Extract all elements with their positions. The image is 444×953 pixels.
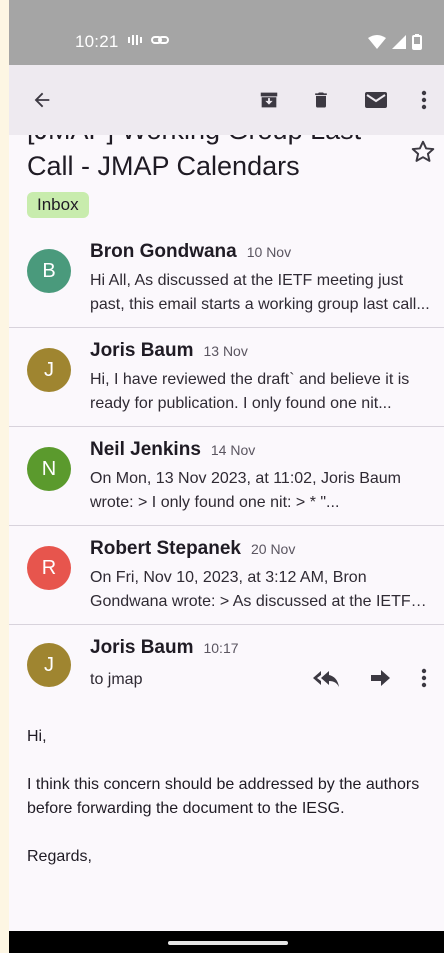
sender-name: Joris Baum	[90, 340, 194, 361]
mark-unread-button[interactable]	[361, 85, 391, 115]
recipient-line[interactable]: to jmap	[90, 671, 142, 689]
reply-all-button[interactable]	[311, 663, 341, 693]
phone-screen: 10:21 Call - JMAP Calendars Inbox B Bron…	[9, 0, 444, 953]
sender-line: Joris Baum 13 Nov	[90, 340, 248, 362]
thread-message-4[interactable]: R Robert Stepanek 20 Nov On Fri, Nov 10, …	[9, 526, 444, 625]
more-vert-icon	[421, 668, 427, 688]
status-left-icons	[127, 34, 169, 46]
sender-line: Robert Stepanek 20 Nov	[90, 538, 295, 560]
signal-icon	[392, 35, 406, 49]
sender-name: Bron Gondwana	[90, 241, 237, 262]
sender-line: Neil Jenkins 14 Nov	[90, 439, 255, 461]
expanded-message: J Joris Baum 10:17 to jmap Hi, I think th…	[9, 625, 444, 931]
avatar: J	[27, 348, 71, 392]
thread-message-3[interactable]: N Neil Jenkins 14 Nov On Mon, 13 Nov 2023…	[9, 427, 444, 526]
forward-button[interactable]	[365, 663, 395, 693]
message-date: 20 Nov	[250, 541, 296, 557]
battery-icon	[412, 34, 422, 50]
subject-header: [JMAP] Working Group Last Call - JMAP Ca…	[9, 135, 444, 225]
archive-icon	[260, 92, 278, 108]
more-vert-icon	[421, 90, 427, 110]
wifi-icon	[368, 35, 386, 49]
body-paragraph: Regards,	[27, 848, 92, 865]
avatar: N	[27, 447, 71, 491]
sender-name: Robert Stepanek	[90, 538, 241, 559]
status-time: 10:21	[75, 32, 119, 51]
avatar: R	[27, 546, 71, 590]
sender-name: Neil Jenkins	[90, 439, 201, 460]
link-icon	[151, 36, 169, 44]
message-more-button[interactable]	[409, 663, 439, 693]
message-snippet: Hi, I have reviewed the draft` and belie…	[90, 371, 410, 412]
message-snippet: On Fri, Nov 10, 2023, at 3:12 AM, Bron G…	[90, 569, 411, 610]
avatar: B	[27, 249, 71, 293]
avatar: J	[27, 643, 71, 687]
message-date: 13 Nov	[203, 343, 248, 359]
sender-line: Bron Gondwana 10 Nov	[90, 241, 291, 263]
archive-button[interactable]	[254, 85, 284, 115]
thread-message-2[interactable]: J Joris Baum 13 Nov Hi, I have reviewed t…	[9, 328, 444, 427]
status-right-icons	[368, 34, 422, 50]
message-time: 10:17	[203, 640, 239, 656]
reply-all-icon	[313, 671, 339, 687]
label-chip-inbox[interactable]: Inbox	[27, 192, 89, 218]
back-arrow-icon	[34, 92, 50, 108]
back-button[interactable]	[27, 85, 57, 115]
vibrate-icon	[128, 35, 142, 45]
more-options-button[interactable]	[409, 85, 439, 115]
delete-icon	[315, 92, 327, 108]
message-body: Hi, I think this concern should be addre…	[27, 725, 427, 893]
message-snippet: Hi All, As discussed at the IETF meeting…	[90, 272, 430, 313]
body-paragraph: Hi,	[27, 728, 47, 745]
email-subject: [JMAP] Working Group Last Call - JMAP Ca…	[27, 135, 361, 181]
message-snippet: On Mon, 13 Nov 2023, at 11:02, Joris Bau…	[90, 470, 401, 511]
star-outline-icon	[411, 140, 435, 162]
delete-button[interactable]	[306, 85, 336, 115]
message-date: 10 Nov	[246, 244, 292, 260]
navigation-bar	[9, 931, 444, 953]
thread-message-1[interactable]: B Bron Gondwana 10 Nov Hi All, As discuss…	[9, 229, 444, 328]
body-paragraph: I think this concern should be addressed…	[27, 776, 420, 817]
mail-icon	[365, 92, 387, 108]
sender-line: Joris Baum 10:17	[90, 637, 239, 659]
sender-name: Joris Baum	[90, 637, 194, 658]
top-app-bar	[9, 65, 444, 135]
home-gesture-handle[interactable]	[168, 941, 288, 945]
status-bar: 10:21	[9, 0, 444, 65]
forward-icon	[371, 670, 390, 686]
star-button[interactable]	[410, 139, 436, 165]
message-date: 14 Nov	[210, 442, 256, 458]
